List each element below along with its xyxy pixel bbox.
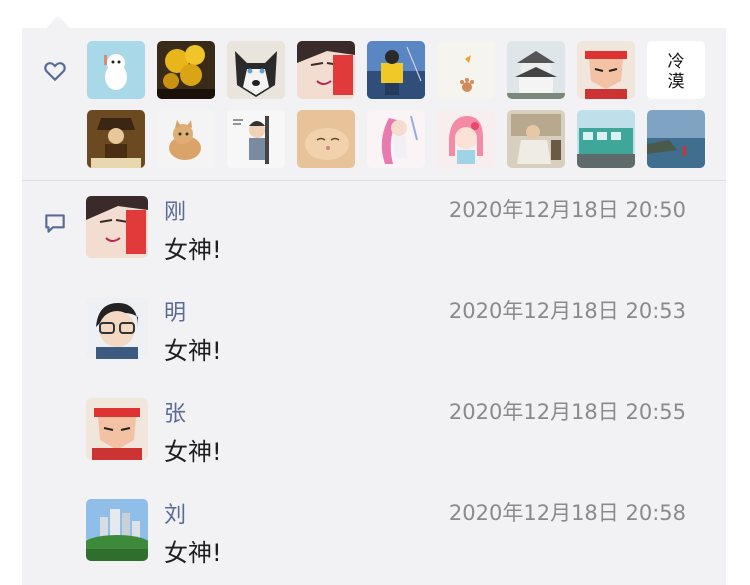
liker-avatar[interactable] — [367, 110, 425, 168]
liker-avatar[interactable] — [647, 110, 705, 168]
comment-timestamp: 2020年12月18日 20:50 — [448, 198, 686, 222]
comment-text: 女神! — [164, 337, 222, 365]
commenter-name[interactable]: 张 — [164, 396, 186, 428]
avatar[interactable] — [86, 297, 148, 359]
comment-item[interactable]: 刚 2020年12月18日 20:50 女神! — [86, 196, 706, 266]
liker-avatar[interactable] — [507, 41, 565, 99]
comment-text: 女神! — [164, 539, 222, 567]
avatar[interactable] — [86, 398, 148, 460]
comment-item[interactable]: 刘 2020年12月18日 20:58 女神! — [86, 499, 706, 569]
liker-avatar[interactable] — [577, 110, 635, 168]
comment-timestamp: 2020年12月18日 20:53 — [448, 299, 686, 323]
liker-avatar[interactable] — [297, 41, 355, 99]
liker-avatar[interactable] — [87, 110, 145, 168]
avatar[interactable] — [86, 196, 148, 258]
liker-avatar[interactable] — [437, 41, 495, 99]
liker-avatar[interactable] — [87, 41, 145, 99]
liker-avatar[interactable] — [227, 41, 285, 99]
moments-interaction-panel: 冷漠 刚 2020年12月18日 20:50 女神! 明 2020年12月18日… — [22, 28, 726, 585]
commenter-name[interactable]: 明 — [164, 295, 186, 327]
section-divider — [22, 180, 726, 181]
liker-avatar[interactable] — [157, 41, 215, 99]
thumb-text-bottom: 漠 — [668, 72, 685, 92]
comment-text: 女神! — [164, 236, 222, 264]
liker-avatar[interactable] — [367, 41, 425, 99]
liker-avatar[interactable] — [157, 110, 215, 168]
heart-icon — [42, 58, 68, 84]
liker-avatar[interactable] — [507, 110, 565, 168]
comment-icon — [42, 210, 68, 236]
commenter-name[interactable]: 刘 — [164, 497, 186, 529]
avatar[interactable] — [86, 499, 148, 561]
liker-avatar[interactable] — [297, 110, 355, 168]
liker-avatar[interactable] — [437, 110, 495, 168]
liker-avatar[interactable] — [577, 41, 635, 99]
comment-timestamp: 2020年12月18日 20:55 — [448, 400, 686, 424]
comment-item[interactable]: 明 2020年12月18日 20:53 女神! — [86, 297, 706, 367]
thumb-text-top: 冷 — [668, 52, 685, 72]
popover-arrow — [46, 16, 70, 28]
comment-item[interactable]: 张 2020年12月18日 20:55 女神! — [86, 398, 706, 468]
likes-section: 冷漠 — [22, 28, 726, 180]
liker-avatar[interactable] — [227, 110, 285, 168]
comment-text: 女神! — [164, 438, 222, 466]
comment-timestamp: 2020年12月18日 20:58 — [448, 501, 686, 525]
liker-avatar[interactable]: 冷漠 — [647, 41, 705, 99]
commenter-name[interactable]: 刚 — [164, 194, 186, 226]
